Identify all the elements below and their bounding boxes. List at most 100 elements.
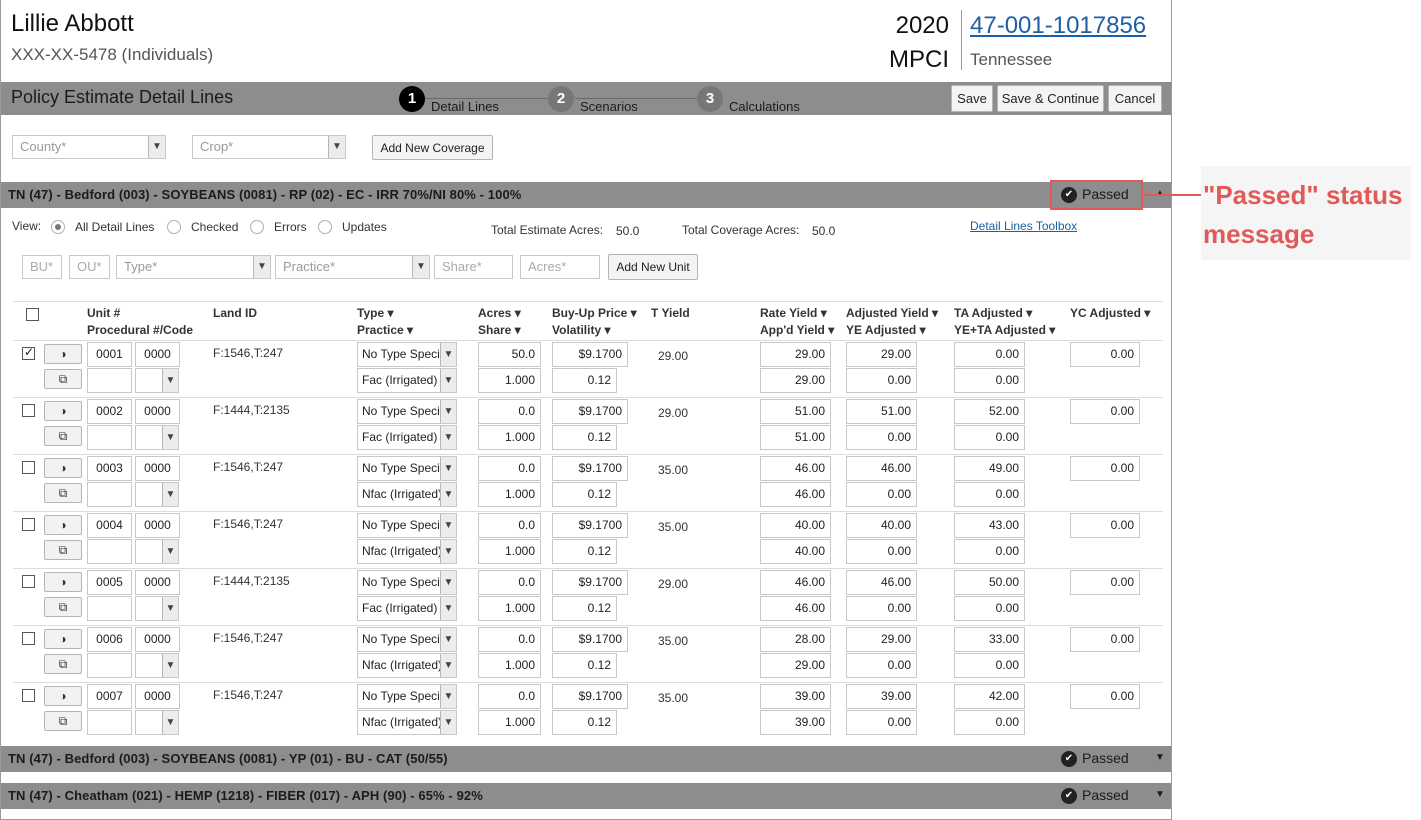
buyup-price-input[interactable]: $9.1700	[552, 627, 628, 652]
buyup-price-input[interactable]: $9.1700	[552, 456, 628, 481]
add-new-unit-button[interactable]: Add New Unit	[608, 254, 698, 280]
share-input[interactable]: 1.000	[478, 368, 541, 393]
ta-adjusted-input[interactable]: 49.00	[954, 456, 1025, 481]
procedural-code-input[interactable]: 0000	[135, 456, 180, 481]
unit-number-input[interactable]: 0003	[87, 456, 132, 481]
expand-icon[interactable]: ▼	[1155, 789, 1165, 800]
practice-select[interactable]: Nfac (Irrigated) ▼	[357, 482, 457, 507]
practice-select[interactable]: Nfac (Irrigated) ▼	[357, 539, 457, 564]
type-select[interactable]: Type* ▼	[116, 255, 271, 279]
expand-icon[interactable]: ▼	[1155, 752, 1165, 763]
ye-ta-adjusted-input[interactable]: 0.00	[954, 482, 1025, 507]
ye-ta-adjusted-input[interactable]: 0.00	[954, 596, 1025, 621]
ta-adjusted-input[interactable]: 42.00	[954, 684, 1025, 709]
adjusted-yield-input[interactable]: 39.00	[846, 684, 917, 709]
col-ta-adjusted[interactable]: TA Adjusted ▾	[954, 306, 1032, 320]
type-select[interactable]: No Type Specified ▼	[357, 456, 457, 481]
ta-adjusted-input[interactable]: 0.00	[954, 342, 1025, 367]
procedural-code-input[interactable]: 0000	[135, 513, 180, 538]
ye-adjusted-input[interactable]: 0.00	[846, 368, 917, 393]
type-select[interactable]: No Type Specified ▼	[357, 399, 457, 424]
yc-adjusted-input[interactable]: 0.00	[1070, 513, 1140, 538]
coverage-section-bar[interactable]: TN (47) - Bedford (003) - SOYBEANS (0081…	[1, 746, 1171, 772]
buyup-price-input[interactable]: $9.1700	[552, 513, 628, 538]
rate-yield-input[interactable]: 39.00	[760, 684, 831, 709]
col-appd-yield[interactable]: App'd Yield ▾	[760, 323, 834, 337]
col-rate-yield[interactable]: Rate Yield ▾	[760, 306, 827, 320]
appd-yield-input[interactable]: 51.00	[760, 425, 831, 450]
acres-input[interactable]: 0.0	[478, 684, 541, 709]
copy-icon-button[interactable]: ⧉	[44, 369, 82, 389]
radio-errors[interactable]	[250, 220, 264, 234]
contrast-icon-button[interactable]: ◑	[44, 344, 82, 364]
share-input[interactable]: 1.000	[478, 596, 541, 621]
yc-adjusted-input[interactable]: 0.00	[1070, 456, 1140, 481]
practice-select[interactable]: Nfac (Irrigated) ▼	[357, 710, 457, 735]
unit-number-input[interactable]: 0001	[87, 342, 132, 367]
row-checkbox[interactable]	[22, 345, 35, 360]
col-volatility[interactable]: Volatility ▾	[552, 323, 610, 337]
acres-input[interactable]: 0.0	[478, 627, 541, 652]
col-type[interactable]: Type ▾	[357, 306, 393, 320]
practice-select[interactable]: Fac (Irrigated) ▼	[357, 368, 457, 393]
crop-select[interactable]: Crop* ▼	[192, 135, 346, 159]
save-continue-button[interactable]: Save & Continue	[997, 85, 1104, 112]
rate-yield-input[interactable]: 28.00	[760, 627, 831, 652]
ta-adjusted-input[interactable]: 33.00	[954, 627, 1025, 652]
rate-yield-input[interactable]: 40.00	[760, 513, 831, 538]
appd-yield-input[interactable]: 46.00	[760, 482, 831, 507]
volatility-input[interactable]: 0.12	[552, 482, 617, 507]
share-input[interactable]: Share*	[434, 255, 513, 279]
select-all-checkbox[interactable]	[26, 308, 39, 321]
rate-yield-input[interactable]: 29.00	[760, 342, 831, 367]
ta-adjusted-input[interactable]: 52.00	[954, 399, 1025, 424]
contrast-icon-button[interactable]: ◑	[44, 401, 82, 421]
coverage-section-bar[interactable]: TN (47) - Bedford (003) - SOYBEANS (0081…	[1, 182, 1171, 208]
type-select[interactable]: No Type Specified ▼	[357, 342, 457, 367]
procedural-code-select[interactable]: ▼	[135, 539, 179, 564]
ye-adjusted-input[interactable]: 0.00	[846, 710, 917, 735]
share-input[interactable]: 1.000	[478, 482, 541, 507]
appd-yield-input[interactable]: 40.00	[760, 539, 831, 564]
rate-yield-input[interactable]: 51.00	[760, 399, 831, 424]
detail-lines-toolbox-link[interactable]: Detail Lines Toolbox	[970, 219, 1077, 233]
procedural-code-select[interactable]: ▼	[135, 482, 179, 507]
ye-adjusted-input[interactable]: 0.00	[846, 653, 917, 678]
adjusted-yield-input[interactable]: 46.00	[846, 570, 917, 595]
yc-adjusted-input[interactable]: 0.00	[1070, 399, 1140, 424]
radio-all-detail-lines[interactable]	[51, 220, 65, 234]
contrast-icon-button[interactable]: ◑	[44, 629, 82, 649]
row-checkbox[interactable]	[22, 518, 35, 531]
share-input[interactable]: 1.000	[478, 539, 541, 564]
yc-adjusted-input[interactable]: 0.00	[1070, 342, 1140, 367]
row-checkbox[interactable]	[22, 404, 35, 417]
ye-ta-adjusted-input[interactable]: 0.00	[954, 653, 1025, 678]
procedural-code-select[interactable]: ▼	[135, 425, 179, 450]
ye-adjusted-input[interactable]: 0.00	[846, 482, 917, 507]
contrast-icon-button[interactable]: ◑	[44, 572, 82, 592]
rate-yield-input[interactable]: 46.00	[760, 570, 831, 595]
ye-adjusted-input[interactable]: 0.00	[846, 596, 917, 621]
procedural-number-input[interactable]	[87, 596, 132, 621]
yc-adjusted-input[interactable]: 0.00	[1070, 570, 1140, 595]
volatility-input[interactable]: 0.12	[552, 539, 617, 564]
add-new-coverage-button[interactable]: Add New Coverage	[372, 135, 493, 160]
procedural-number-input[interactable]	[87, 482, 132, 507]
col-yc-adjusted[interactable]: YC Adjusted ▾	[1070, 306, 1150, 320]
rate-yield-input[interactable]: 46.00	[760, 456, 831, 481]
yc-adjusted-input[interactable]: 0.00	[1070, 627, 1140, 652]
share-input[interactable]: 1.000	[478, 710, 541, 735]
volatility-input[interactable]: 0.12	[552, 596, 617, 621]
share-input[interactable]: 1.000	[478, 425, 541, 450]
copy-icon-button[interactable]: ⧉	[44, 597, 82, 617]
col-acres[interactable]: Acres ▾	[478, 306, 521, 320]
procedural-code-select[interactable]: ▼	[135, 710, 179, 735]
buyup-price-input[interactable]: $9.1700	[552, 570, 628, 595]
buyup-price-input[interactable]: $9.1700	[552, 399, 628, 424]
yc-adjusted-input[interactable]: 0.00	[1070, 684, 1140, 709]
ye-adjusted-input[interactable]: 0.00	[846, 425, 917, 450]
unit-number-input[interactable]: 0004	[87, 513, 132, 538]
acres-input[interactable]: 0.0	[478, 399, 541, 424]
acres-input[interactable]: 0.0	[478, 456, 541, 481]
acres-input[interactable]: 50.0	[478, 342, 541, 367]
